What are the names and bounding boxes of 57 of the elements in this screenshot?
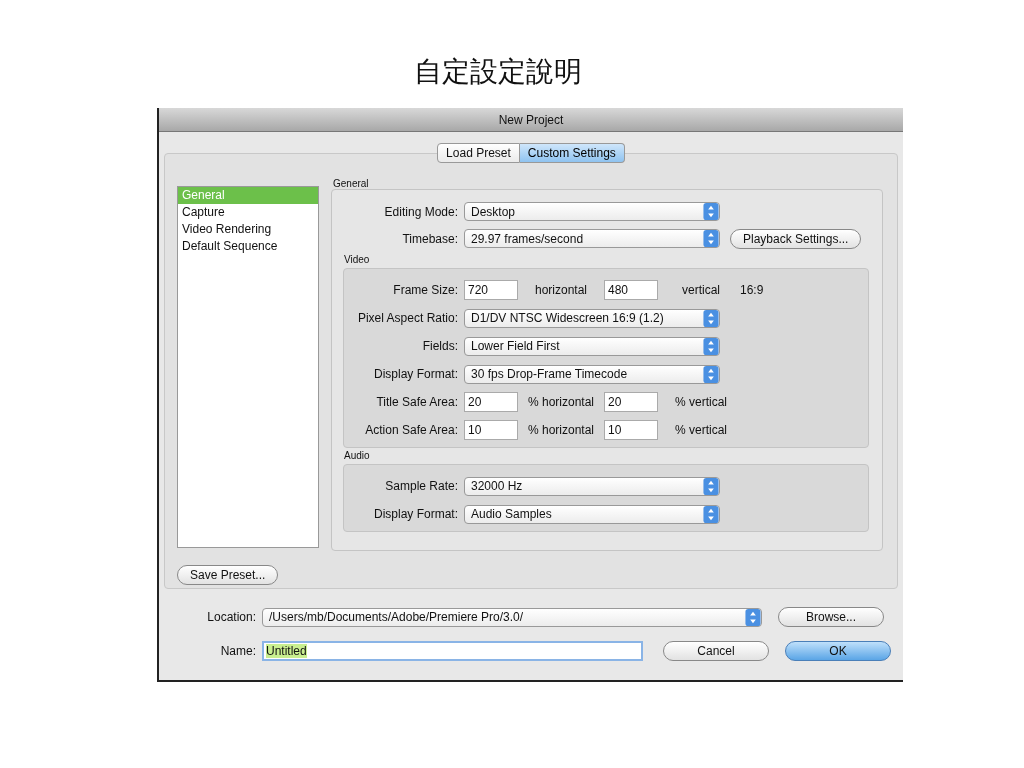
- sidebar-item[interactable]: Capture: [178, 204, 318, 221]
- window-title: New Project: [498, 112, 564, 127]
- dropdown[interactable]: D1/DV NTSC Widescreen 16:9 (1.2): [464, 308, 720, 328]
- number-field[interactable]: 10: [604, 420, 658, 440]
- group-heading: General: [332, 178, 370, 189]
- cancel-button[interactable]: Cancel: [663, 641, 769, 661]
- field-label: Name:: [219, 644, 256, 658]
- tab[interactable]: Load Preset: [437, 143, 520, 163]
- number-field[interactable]: 20: [604, 392, 658, 412]
- unit-label: % vertical: [674, 423, 728, 437]
- dropdown[interactable]: 29.97 frames/second: [464, 229, 720, 248]
- up-down-arrows-icon: [703, 477, 719, 495]
- ok-button[interactable]: OK: [785, 641, 891, 661]
- unit-label: % vertical: [674, 395, 728, 409]
- field-label: Display Format:: [372, 367, 458, 381]
- field-label: Sample Rate:: [384, 479, 458, 493]
- field-label: Fields:: [421, 339, 458, 353]
- up-down-arrows-icon: [703, 337, 719, 355]
- field-label: Editing Mode:: [383, 204, 458, 219]
- up-down-arrows-icon: [703, 309, 719, 327]
- up-down-arrows-icon: [703, 505, 719, 523]
- playback-settings-button[interactable]: Playback Settings...: [730, 228, 862, 249]
- number-field[interactable]: 480: [604, 280, 658, 300]
- field-label: Timebase:: [401, 231, 458, 246]
- unit-label: % horizontal: [526, 395, 595, 409]
- dropdown[interactable]: Lower Field First: [464, 336, 720, 356]
- field-label: Action Safe Area:: [364, 423, 458, 437]
- group-heading: Audio: [343, 450, 370, 461]
- unit-label: vertical: [681, 283, 721, 297]
- up-down-arrows-icon: [703, 203, 719, 220]
- location-dropdown[interactable]: /Users/mb/Documents/Adobe/Premiere Pro/3.0/: [262, 607, 762, 627]
- group-heading: Video: [343, 254, 370, 265]
- dropdown[interactable]: 32000 Hz: [464, 476, 720, 496]
- dropdown[interactable]: Audio Samples: [464, 504, 720, 524]
- up-down-arrows-icon: [703, 365, 719, 383]
- field-label: Location:: [206, 610, 256, 624]
- aspect-label: 16:9: [740, 283, 764, 297]
- field-label: Display Format:: [372, 507, 458, 521]
- field-label: Pixel Aspect Ratio:: [356, 311, 458, 325]
- field-label: Frame Size:: [392, 283, 458, 297]
- dropdown[interactable]: Desktop: [464, 202, 720, 221]
- unit-label: % horizontal: [526, 423, 595, 437]
- sidebar-item[interactable]: Video Rendering: [178, 221, 318, 238]
- sidebar-item[interactable]: Default Sequence: [178, 238, 318, 255]
- up-down-arrows-icon: [703, 230, 719, 247]
- name-field[interactable]: Untitled: [262, 641, 643, 661]
- unit-label: horizontal: [534, 283, 588, 297]
- dropdown[interactable]: 30 fps Drop-Frame Timecode: [464, 364, 720, 384]
- up-down-arrows-icon: [745, 608, 761, 626]
- number-field[interactable]: 10: [464, 420, 518, 440]
- slide-title: 自定設定說明: [413, 54, 583, 88]
- field-label: Title Safe Area:: [375, 395, 458, 409]
- save-preset-button[interactable]: Save Preset...: [177, 565, 279, 585]
- tab[interactable]: Custom Settings: [519, 143, 625, 163]
- number-field[interactable]: 720: [464, 280, 518, 300]
- number-field[interactable]: 20: [464, 392, 518, 412]
- browse-button[interactable]: Browse...: [778, 607, 884, 627]
